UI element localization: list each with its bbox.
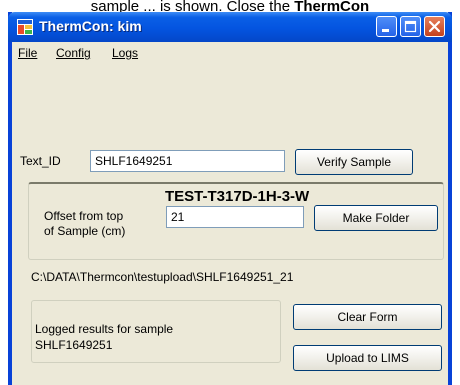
offset-label-line2: of Sample (cm) — [44, 224, 126, 238]
menu-bar: File Config Logs — [12, 42, 448, 64]
results-line2: SHLF1649251 — [35, 338, 113, 352]
close-icon — [428, 20, 441, 33]
clear-form-button[interactable]: Clear Form — [293, 304, 442, 330]
menu-logs[interactable]: Logs — [112, 46, 138, 60]
maximize-icon — [404, 20, 417, 33]
offset-input[interactable]: 21 — [166, 206, 304, 228]
minimize-button[interactable] — [376, 16, 397, 37]
title-bar[interactable]: ThermCon: kim — [8, 12, 452, 42]
sample-name: TEST-T317D-1H-3-W — [165, 188, 310, 205]
folder-path: C:\DATA\Thermcon\testupload\SHLF1649251_… — [31, 270, 294, 284]
verify-sample-button[interactable]: Verify Sample — [295, 149, 413, 175]
menu-file[interactable]: File — [18, 46, 37, 60]
text-id-label: Text_ID — [20, 154, 61, 168]
window-title: ThermCon: kim — [39, 18, 142, 34]
minimize-icon — [382, 29, 389, 32]
maximize-button[interactable] — [400, 16, 421, 37]
menu-config[interactable]: Config — [56, 46, 91, 60]
close-button[interactable] — [424, 16, 445, 37]
upload-to-lims-button[interactable]: Upload to LIMS — [293, 345, 442, 371]
app-icon — [17, 19, 33, 35]
offset-label-line1: Offset from top — [44, 209, 124, 223]
text-id-input[interactable]: SHLF1649251 — [90, 150, 285, 172]
make-folder-button[interactable]: Make Folder — [314, 205, 438, 231]
results-line1: Logged results for sample — [35, 322, 174, 336]
